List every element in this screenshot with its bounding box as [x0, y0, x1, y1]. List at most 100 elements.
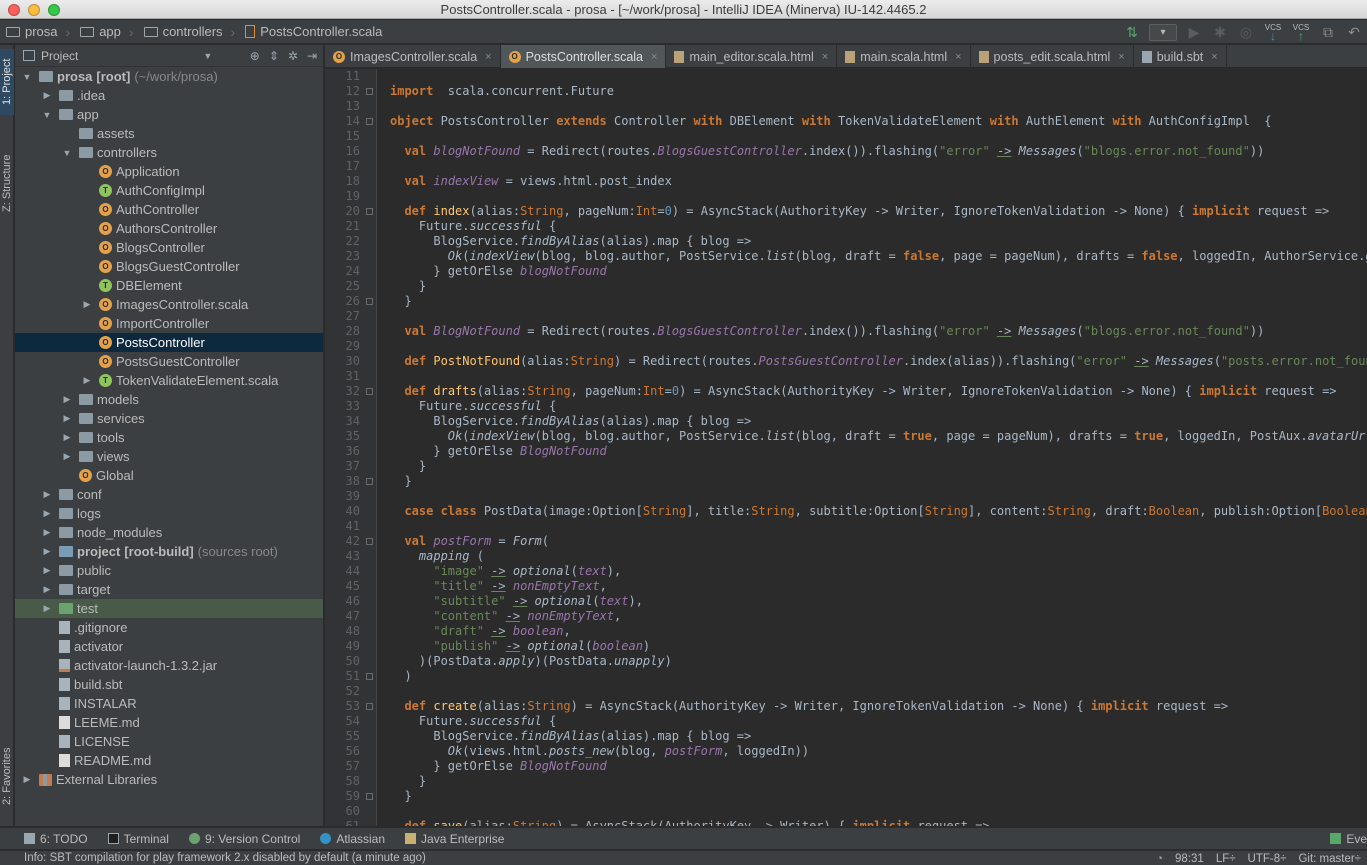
close-tab-icon[interactable]: ×	[955, 51, 961, 63]
code-line[interactable]: Ok(indexView(blog, blog.author, PostServ…	[378, 249, 1367, 264]
code-line[interactable]: BlogService.findByAlias(alias).map { blo…	[378, 234, 1367, 249]
code-line[interactable]: "image" -> optional(text),	[378, 564, 1367, 579]
fold-marker-icon[interactable]	[366, 793, 373, 800]
close-tab-icon[interactable]: ×	[651, 51, 657, 63]
tree-item[interactable]: T AuthConfigImpl	[15, 181, 323, 200]
fold-marker-icon[interactable]	[366, 703, 373, 710]
line-number[interactable]: 23	[325, 249, 376, 264]
tree-item[interactable]: ▶ public	[15, 561, 323, 580]
code-line[interactable]: Future.successful {	[378, 219, 1367, 234]
line-number[interactable]: 35	[325, 429, 376, 444]
code-line[interactable]: def index(alias:String, pageNum:Int=0) =…	[378, 204, 1367, 219]
collapsed-arrow-icon[interactable]: ▶	[41, 508, 53, 519]
code-editor[interactable]: import scala.concurrent.Future object Pos…	[378, 69, 1367, 826]
favorites-tool-button[interactable]: 2: Favorites	[0, 733, 14, 819]
code-line[interactable]	[378, 309, 1367, 324]
tree-item[interactable]: ▶ node_modules	[15, 523, 323, 542]
line-number[interactable]: 54	[325, 714, 376, 729]
code-line[interactable]	[378, 804, 1367, 819]
vcs-update-button[interactable]: VCS ↓	[1263, 24, 1283, 43]
tree-item[interactable]: .gitignore	[15, 618, 323, 637]
line-number[interactable]: 48	[325, 624, 376, 639]
code-line[interactable]: val indexView = views.html.post_index	[378, 174, 1367, 189]
code-line[interactable]: "subtitle" -> optional(text),	[378, 594, 1367, 609]
code-line[interactable]: } getOrElse blogNotFound	[378, 264, 1367, 279]
editor-tab[interactable]: main_editor.scala.html ×	[666, 45, 838, 68]
history-icon[interactable]: ⧉	[1319, 24, 1337, 41]
status-message[interactable]: Info: SBT compilation for play framework…	[24, 852, 426, 864]
code-line[interactable]: Ok(views.html.posts_new(blog, postForm, …	[378, 744, 1367, 759]
line-number[interactable]: 57	[325, 759, 376, 774]
line-number[interactable]: 58	[325, 774, 376, 789]
event-log-tool-button[interactable]: Eve	[1320, 832, 1367, 846]
code-line[interactable]: def PostNotFound(alias:String) = Redirec…	[378, 354, 1367, 369]
git-branch-selector[interactable]: Git: master÷	[1298, 853, 1361, 865]
code-line[interactable]: mapping (	[378, 549, 1367, 564]
code-line[interactable]: case class PostData(image:Option[String]…	[378, 504, 1367, 519]
hide-panel-icon[interactable]: ⇥	[307, 49, 317, 63]
zoom-window-button[interactable]	[48, 4, 60, 16]
line-number[interactable]: 32	[325, 384, 376, 399]
collapsed-arrow-icon[interactable]: ▶	[61, 451, 73, 462]
tree-item[interactable]: O AuthController	[15, 200, 323, 219]
code-line[interactable]: "publish" -> optional(boolean)	[378, 639, 1367, 654]
line-number[interactable]: 38	[325, 474, 376, 489]
code-line[interactable]	[378, 519, 1367, 534]
fold-marker-icon[interactable]	[366, 538, 373, 545]
line-number[interactable]: 34	[325, 414, 376, 429]
fold-marker-icon[interactable]	[366, 88, 373, 95]
fold-marker-icon[interactable]	[366, 388, 373, 395]
line-number[interactable]: 28	[325, 324, 376, 339]
code-line[interactable]	[378, 339, 1367, 354]
sort-icon[interactable]: ⇅	[1123, 24, 1141, 41]
tree-item[interactable]: ▶ views	[15, 447, 323, 466]
revert-icon[interactable]: ↶	[1345, 24, 1363, 41]
code-line[interactable]	[378, 69, 1367, 84]
run-configuration-dropdown[interactable]: ▾	[1149, 23, 1177, 41]
collapsed-arrow-icon[interactable]: ▶	[41, 527, 53, 538]
line-number[interactable]: 44	[325, 564, 376, 579]
line-number[interactable]: 49	[325, 639, 376, 654]
project-view-selector[interactable]: Project	[41, 49, 78, 63]
tree-item[interactable]: INSTALAR	[15, 694, 323, 713]
line-number[interactable]: 46	[325, 594, 376, 609]
line-number[interactable]: 60	[325, 804, 376, 819]
line-number[interactable]: 18	[325, 174, 376, 189]
structure-tool-button[interactable]: Z: Structure	[0, 141, 14, 225]
line-number[interactable]: 15	[325, 129, 376, 144]
line-number[interactable]: 33	[325, 399, 376, 414]
line-number[interactable]: 59	[325, 789, 376, 804]
tree-item[interactable]: ▶ .idea	[15, 86, 323, 105]
code-line[interactable]: def save(alias:String) = AsyncStack(Auth…	[378, 819, 1367, 826]
project-tool-button[interactable]: 1: Project	[0, 49, 14, 115]
line-number[interactable]: 55	[325, 729, 376, 744]
tree-item[interactable]: ▶ O ImagesController.scala	[15, 295, 323, 314]
chevron-down-icon[interactable]: ▼	[203, 51, 212, 61]
fold-marker-icon[interactable]	[366, 673, 373, 680]
code-line[interactable]: }	[378, 774, 1367, 789]
collapsed-arrow-icon[interactable]: ▶	[81, 299, 93, 310]
code-line[interactable]: }	[378, 459, 1367, 474]
close-tab-icon[interactable]: ×	[822, 51, 828, 63]
tree-item[interactable]: ▼ app	[15, 105, 323, 124]
code-line[interactable]: val postForm = Form(	[378, 534, 1367, 549]
tree-item[interactable]: ▶ target	[15, 580, 323, 599]
breadcrumb-prosa[interactable]: prosa ›	[0, 20, 74, 44]
line-number[interactable]: 31	[325, 369, 376, 384]
line-number[interactable]: 40	[325, 504, 376, 519]
expanded-arrow-icon[interactable]: ▼	[21, 72, 33, 82]
debug-icon[interactable]: ✱	[1211, 24, 1229, 41]
line-number[interactable]: 56	[325, 744, 376, 759]
line-number[interactable]: 42	[325, 534, 376, 549]
line-number[interactable]: 16	[325, 144, 376, 159]
scroll-from-source-icon[interactable]: ⊕	[250, 49, 260, 63]
code-line[interactable]: )(PostData.apply)(PostData.unapply)	[378, 654, 1367, 669]
breadcrumb-controllers[interactable]: controllers ›	[138, 20, 240, 44]
line-number[interactable]: 30	[325, 354, 376, 369]
code-line[interactable]	[378, 159, 1367, 174]
code-line[interactable]: BlogService.findByAlias(alias).map { blo…	[378, 729, 1367, 744]
line-number[interactable]: 36	[325, 444, 376, 459]
line-number[interactable]: 24	[325, 264, 376, 279]
line-number[interactable]: 41	[325, 519, 376, 534]
close-tab-icon[interactable]: ×	[1211, 51, 1217, 63]
